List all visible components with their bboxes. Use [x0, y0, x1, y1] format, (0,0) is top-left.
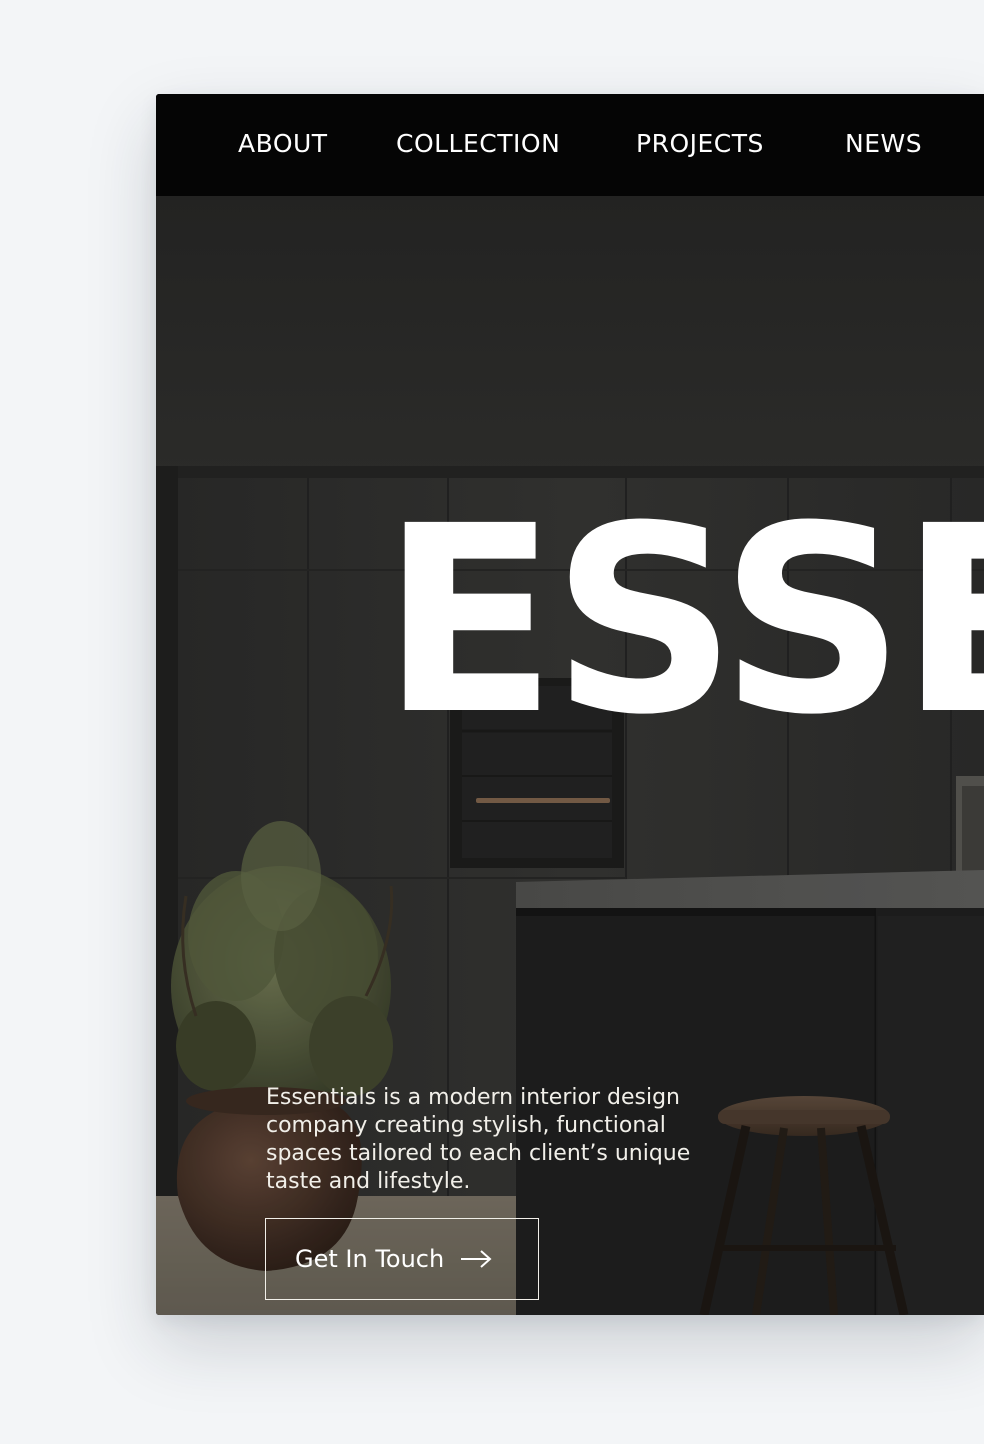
- top-navigation: ABOUT COLLECTION PROJECTS NEWS: [156, 94, 984, 196]
- website-frame: ABOUT COLLECTION PROJECTS NEWS ESS Essen…: [156, 94, 984, 1315]
- nav-item-news[interactable]: NEWS: [845, 129, 922, 158]
- nav-item-collection[interactable]: COLLECTION: [396, 129, 560, 158]
- get-in-touch-button[interactable]: Get In Touch: [265, 1218, 539, 1300]
- cta-label: Get In Touch: [295, 1245, 445, 1273]
- nav-item-about[interactable]: ABOUT: [238, 129, 328, 158]
- hero-title: ESSE: [381, 471, 984, 771]
- nav-item-projects[interactable]: PROJECTS: [636, 129, 764, 158]
- arrow-right-icon: [460, 1249, 492, 1269]
- hero-section: ESSE Essentials is a modern interior des…: [156, 196, 984, 1315]
- hero-description: Essentials is a modern interior design c…: [266, 1085, 691, 1194]
